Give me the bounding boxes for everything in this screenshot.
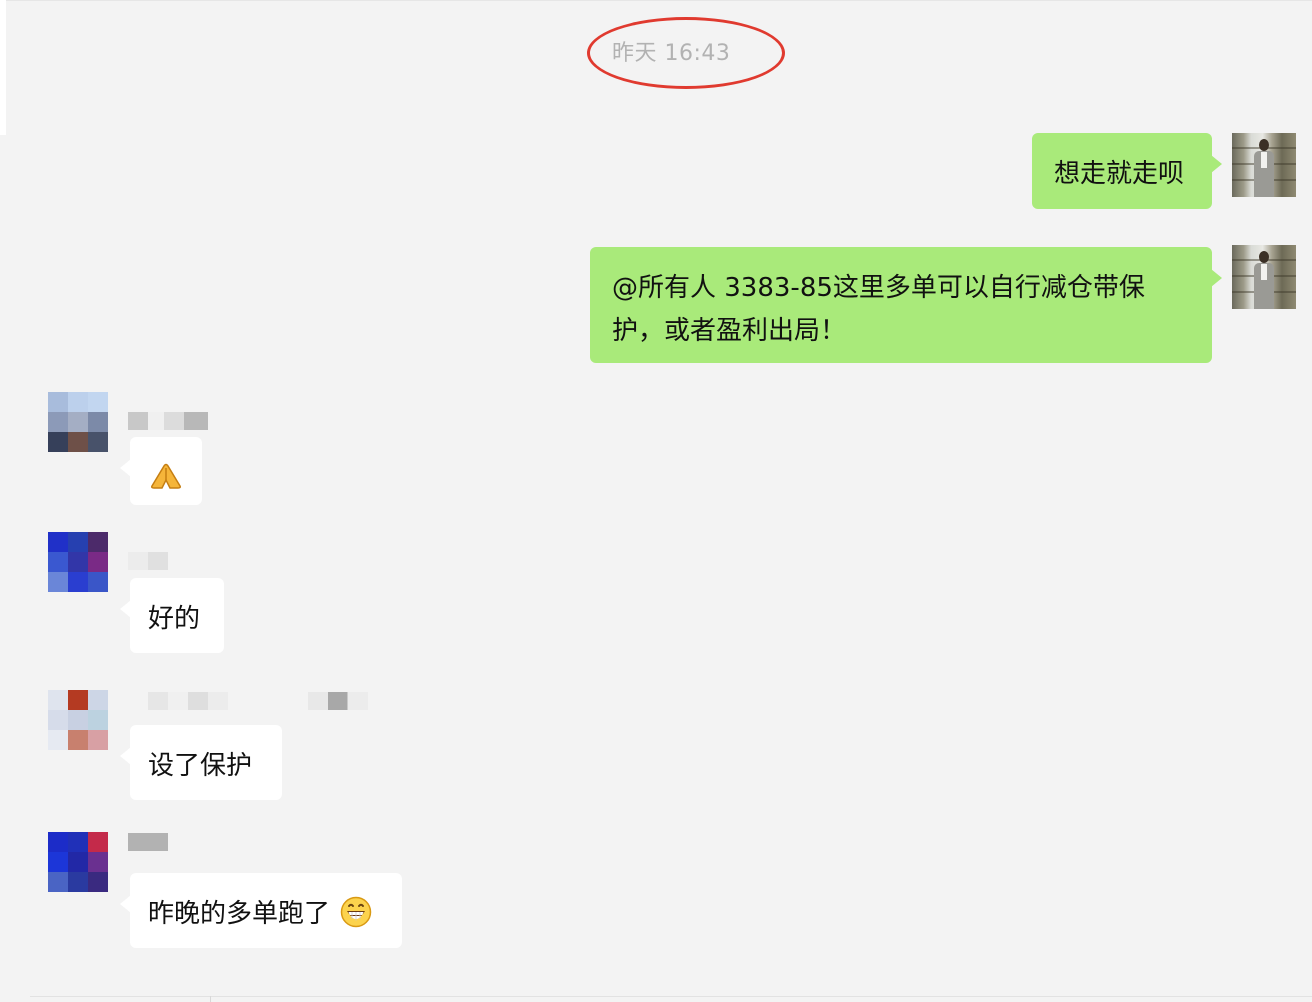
top-divider [0, 0, 1312, 1]
avatar-blurred[interactable] [48, 832, 108, 892]
sender-name-blurred [128, 552, 168, 570]
message-text-line: 护，或者盈利出局！ [612, 316, 847, 346]
sender-name-blurred [128, 412, 208, 430]
avatar-blurred[interactable] [48, 532, 108, 592]
message-text: 昨晚的多单跑了 [148, 899, 331, 929]
sender-name-blurred [148, 692, 228, 710]
avatar-blurred[interactable] [48, 392, 108, 452]
chat-window: 昨天 16:43 想走就走呗 @所有人 3383-85这里多单可以自行减仓带保 … [0, 0, 1312, 1002]
message-bubble-self[interactable]: @所有人 3383-85这里多单可以自行减仓带保 护，或者盈利出局！ [590, 247, 1222, 363]
message-text: 设了保护 [148, 751, 253, 781]
avatar[interactable] [1232, 245, 1296, 309]
left-panel-edge [0, 0, 6, 135]
sender-name-blurred [128, 833, 168, 851]
folded-hands-emoji [151, 463, 181, 489]
message-bubble-other[interactable]: 昨晚的多单跑了 [120, 873, 402, 948]
avatar[interactable] [1232, 133, 1296, 197]
bottom-divider [30, 996, 1312, 1002]
message-bubble-other[interactable]: 好的 [120, 578, 224, 653]
message-text: 好的 [148, 604, 201, 634]
message-bubble-self[interactable]: 想走就走呗 [1032, 133, 1222, 209]
timestamp-highlight-circle [587, 17, 785, 89]
message-text: 想走就走呗 [1054, 159, 1185, 189]
sender-name-blurred [308, 692, 368, 710]
message-text-line: @所有人 3383-85这里多单可以自行减仓带保 [612, 273, 1145, 303]
message-bubble-other[interactable]: 设了保护 [120, 725, 282, 800]
grinning-face-emoji [341, 896, 372, 928]
avatar-blurred[interactable] [48, 690, 108, 750]
